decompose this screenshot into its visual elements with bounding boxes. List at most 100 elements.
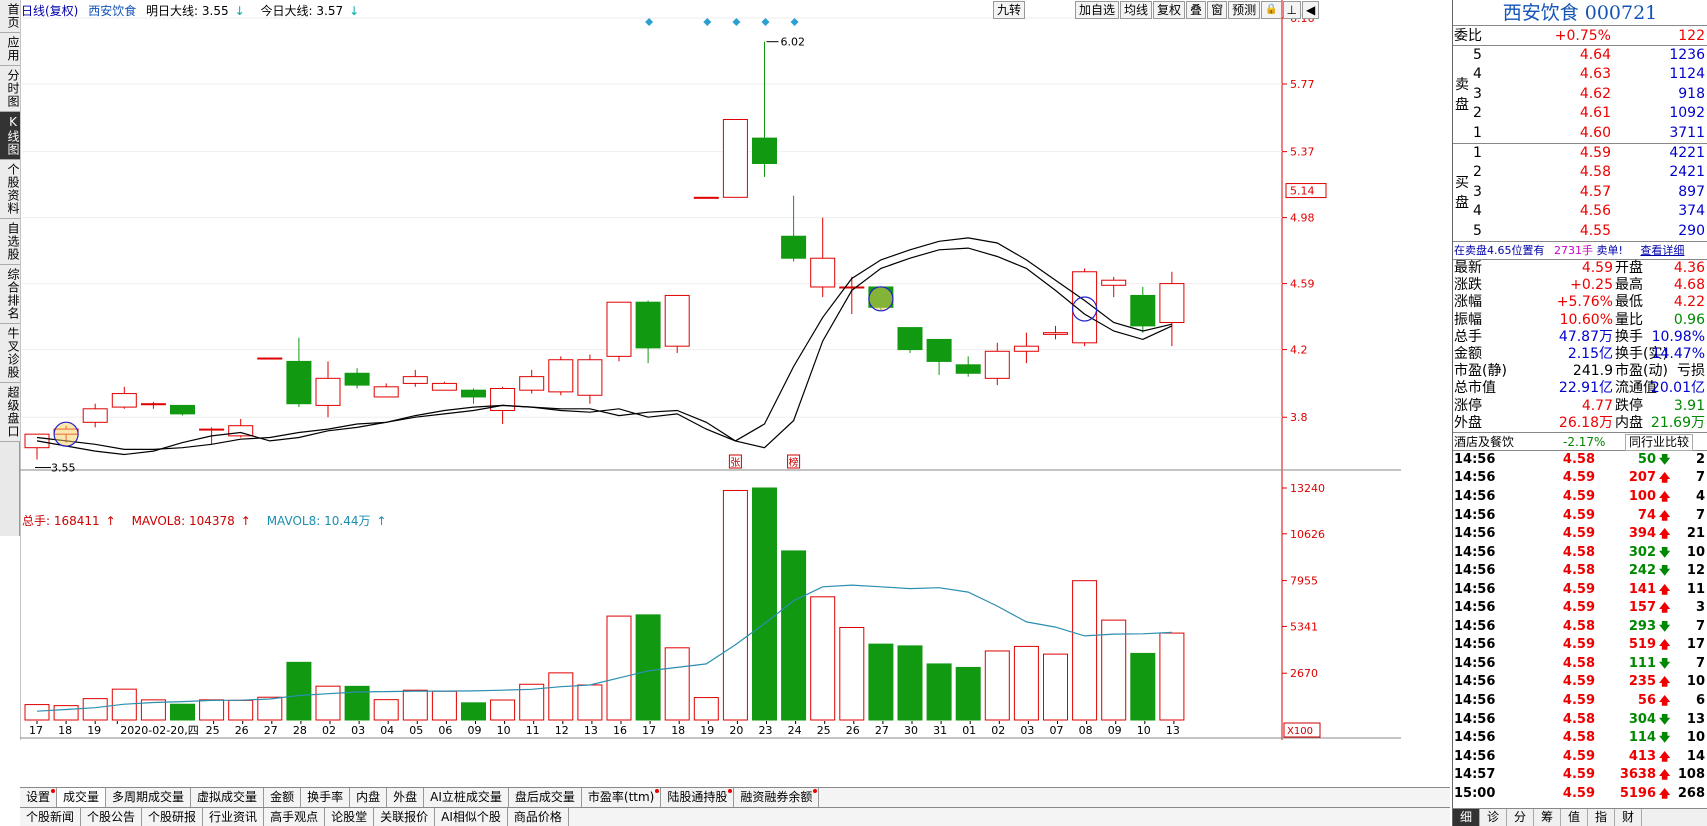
volume-bar[interactable] — [781, 550, 807, 721]
volume-bar[interactable] — [1043, 653, 1068, 721]
quote-tab-6[interactable]: 财 — [1615, 809, 1642, 826]
candle[interactable] — [402, 369, 428, 387]
info-link-2[interactable]: 个股研报 — [142, 808, 204, 826]
info-link-1[interactable]: 个股公告 — [81, 808, 143, 826]
candle[interactable] — [664, 294, 690, 353]
volume-bar[interactable] — [548, 672, 574, 721]
candle[interactable] — [431, 381, 457, 391]
nav-home[interactable]: 首页 — [0, 0, 20, 33]
volume-bar[interactable] — [373, 699, 399, 721]
nav-ranking[interactable]: 综合排名 — [0, 265, 20, 324]
volume-bar[interactable] — [606, 615, 632, 721]
sell-level-row[interactable]: 2 4.61 1092 — [1453, 104, 1707, 123]
quote-tab-2[interactable]: 分 — [1507, 809, 1534, 826]
indicator-tab-8[interactable]: AI立桩成交量 — [424, 788, 509, 807]
volume-bar[interactable] — [984, 650, 1010, 721]
volume-bar[interactable] — [461, 702, 486, 721]
quote-tab-1[interactable]: 诊 — [1480, 809, 1507, 826]
candle[interactable] — [111, 386, 137, 409]
indicator-tab-10[interactable]: 市盈率(ttm) — [582, 788, 662, 807]
volume-bar[interactable] — [722, 489, 748, 721]
candle[interactable] — [548, 356, 574, 396]
indicator-tab-12[interactable]: 融资融券余额 — [734, 788, 820, 807]
volume-bar[interactable] — [286, 661, 312, 721]
indicator-tab-6[interactable]: 内盘 — [350, 788, 388, 807]
indicator-tab-5[interactable]: 换手率 — [301, 788, 351, 807]
volume-bar[interactable] — [228, 699, 254, 721]
buy-level-row[interactable]: 2 4.58 2421 — [1453, 163, 1707, 182]
nav-stock-info[interactable]: 个股资料 — [0, 160, 20, 219]
volume-bar[interactable] — [24, 704, 50, 721]
sell-level-row[interactable]: 1 4.60 3711 — [1453, 124, 1707, 143]
candle[interactable] — [286, 337, 312, 408]
indicator-tab-1[interactable]: 成交量 — [57, 788, 107, 807]
candle[interactable] — [1043, 325, 1068, 340]
indicator-tab-11[interactable]: 陆股通持股 — [661, 788, 735, 807]
volume-bar[interactable] — [402, 689, 428, 721]
nav-apps[interactable]: 应用 — [0, 33, 20, 66]
toolbar-button-4[interactable]: 窗 — [1207, 1, 1228, 19]
volume-bar[interactable] — [1072, 580, 1098, 721]
quote-tab-5[interactable]: 指 — [1588, 809, 1615, 826]
candle[interactable] — [897, 327, 923, 353]
sell-level-row[interactable]: 5 4.64 1236 — [1453, 46, 1707, 65]
volume-bar[interactable] — [53, 705, 79, 721]
candle[interactable] — [1101, 276, 1127, 298]
nav-super-book[interactable]: 超级盘口 — [0, 383, 20, 442]
volume-bar[interactable] — [1159, 632, 1185, 721]
buy-level-row[interactable]: 4 4.56 374 — [1453, 202, 1707, 221]
event-marker[interactable]: 张 — [730, 457, 740, 469]
event-marker[interactable]: 榜 — [789, 456, 799, 469]
toolbar-button-3[interactable]: 叠 — [1186, 1, 1207, 19]
diamond-marker-icon[interactable] — [790, 18, 799, 26]
buy-level-row[interactable]: 5 4.55 290 — [1453, 222, 1707, 241]
info-link-8[interactable]: 商品价格 — [508, 808, 569, 826]
volume-bar[interactable] — [170, 703, 195, 721]
signal-circle[interactable] — [53, 421, 79, 447]
toolbar-button-0[interactable]: 加自选 — [1075, 1, 1120, 19]
collapse-left-icon[interactable]: ◀ — [1302, 1, 1320, 19]
candle[interactable] — [722, 119, 748, 198]
nav-kline[interactable]: K线图 — [0, 112, 20, 160]
industry-compare-button[interactable]: 同行业比较 — [1625, 433, 1694, 451]
candle[interactable] — [82, 403, 108, 428]
diamond-marker-icon[interactable] — [645, 18, 654, 26]
diamond-marker-icon[interactable] — [703, 18, 712, 26]
candle[interactable] — [839, 276, 865, 315]
indicator-tab-7[interactable]: 外盘 — [387, 788, 425, 807]
nav-intraday[interactable]: 分时图 — [0, 66, 20, 112]
candle[interactable] — [315, 361, 341, 418]
industry-name[interactable]: 酒店及餐饮 — [1454, 433, 1514, 452]
volume-bar[interactable] — [810, 596, 836, 721]
info-link-0[interactable]: 个股新闻 — [20, 808, 82, 826]
volume-bar[interactable] — [315, 685, 341, 721]
toolbar-button-1[interactable]: 均线 — [1120, 1, 1153, 19]
sell-level-row[interactable]: 3 4.62 918 — [1453, 85, 1707, 104]
candle[interactable] — [140, 402, 166, 409]
period-label[interactable]: 日线(复权) — [21, 4, 78, 18]
volume-bar[interactable] — [82, 698, 108, 721]
candle[interactable] — [955, 356, 981, 377]
nine-turn-button[interactable]: 九转 — [993, 1, 1026, 19]
info-link-7[interactable]: AI相似个股 — [435, 808, 508, 826]
volume-bar[interactable] — [752, 487, 777, 721]
candle[interactable] — [170, 404, 195, 416]
diamond-marker-icon[interactable] — [732, 18, 741, 26]
pin-icon[interactable]: ⊥ — [1282, 1, 1301, 19]
candle[interactable] — [344, 368, 370, 389]
candle[interactable] — [373, 383, 399, 398]
indicator-tab-9[interactable]: 盘后成交量 — [509, 788, 582, 807]
volume-bar[interactable] — [1013, 645, 1039, 721]
candle[interactable] — [1130, 286, 1156, 333]
volume-bar[interactable] — [693, 697, 719, 721]
signal-circle[interactable] — [868, 286, 894, 312]
nav-diagnosis[interactable]: 牛叉诊股 — [0, 324, 20, 383]
volume-bar[interactable] — [199, 699, 225, 721]
quote-tab-4[interactable]: 值 — [1561, 809, 1588, 826]
indicator-tab-4[interactable]: 金额 — [264, 788, 302, 807]
indicator-tab-2[interactable]: 多周期成交量 — [106, 788, 192, 807]
candle[interactable] — [781, 195, 807, 262]
volume-bar[interactable] — [635, 614, 661, 721]
volume-bar[interactable] — [839, 626, 865, 721]
volume-bar[interactable] — [577, 684, 603, 721]
